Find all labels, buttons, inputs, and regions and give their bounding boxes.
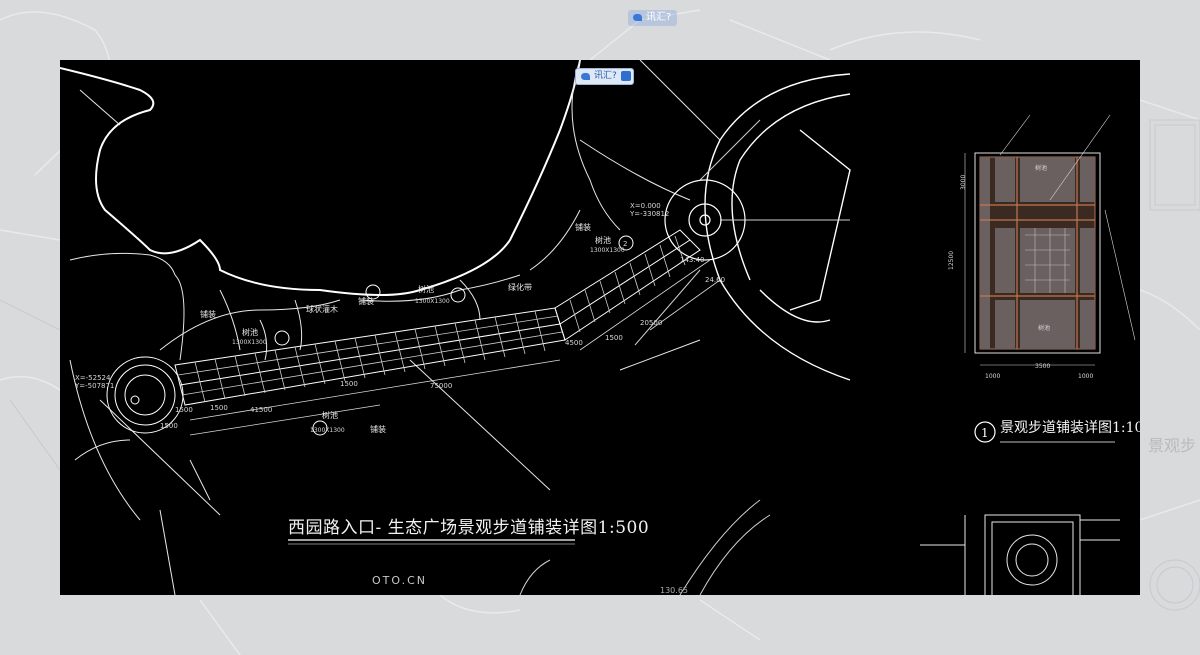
label-treepit-3: 树池	[595, 235, 611, 245]
label-size-1: 1300X1300	[232, 339, 267, 346]
label-paving-4: 铺装	[370, 424, 386, 434]
coord-right-x: X=0.000	[630, 202, 661, 210]
coord-left-y: Y=-507871	[74, 382, 114, 390]
dim-20500: 20500	[640, 319, 662, 327]
label-treepit-4: 树池	[322, 410, 338, 420]
label-size-3: 1300X1300	[590, 247, 625, 254]
paving-detail-drawing: 树池 树池 1000 3500 1000 12500 3000 1	[948, 114, 1136, 443]
main-title-text: 西园路入口- 生态广场景观步道铺装详图	[288, 518, 598, 538]
detail-label-treepit-a: 树池	[1035, 164, 1047, 172]
bottom-dimension: 130.65	[660, 586, 688, 595]
watermark-badge-top-text: 讯汇?	[646, 12, 672, 23]
coord-right-y: Y=-330812	[629, 210, 669, 218]
main-title-scale: 1:500	[597, 518, 650, 538]
label-size-4: 1300X1300	[310, 427, 345, 434]
tree-pit-detail	[920, 514, 1120, 595]
walkway-paving-grid	[177, 235, 686, 403]
detail-dim-height: 12500	[948, 251, 955, 270]
label-treepit-1: 树池	[242, 327, 258, 337]
detail-dim-3000: 3000	[960, 175, 967, 190]
dim-4500: 4500	[565, 339, 583, 347]
dim-1500-a: 1500	[175, 406, 193, 414]
detail-dim-3500: 3500	[1035, 363, 1050, 370]
background-title-fragment: 景观步	[1148, 436, 1197, 455]
watermark-bottom: OTO.CN	[372, 574, 427, 587]
detail-dim-1000-b: 1000	[1078, 373, 1093, 380]
watermark-badge-main: 讯汇?	[575, 68, 634, 85]
bird-icon	[633, 14, 642, 21]
detail-label-treepit-b: 树池	[1038, 324, 1050, 332]
dim-41500: 41500	[250, 406, 272, 414]
detail-title-text: 景观步道铺装详图	[1000, 420, 1112, 436]
dim-1500-b: 1500	[210, 404, 228, 412]
label-paving-1: 铺装	[200, 309, 216, 319]
detail-title-scale: 1:100	[1112, 420, 1140, 436]
cad-drawing-canvas: 铺装 树池 1300X1300 球状灌木 铺装 树池 1300X1300 绿化带…	[60, 60, 1140, 595]
dim-75000: 75000	[430, 382, 452, 390]
label-paving-3: 铺装	[575, 222, 591, 232]
dim-radius: 24.60	[705, 276, 725, 284]
coord-left-x: X=-52524	[75, 374, 111, 382]
bird-icon	[581, 73, 590, 80]
shield-icon	[620, 71, 631, 81]
dim-1500-e: 1500	[160, 422, 178, 430]
label-green-belt: 绿化带	[508, 282, 532, 292]
dim-1500-d: 1500	[605, 334, 623, 342]
detail-number: 1	[981, 426, 989, 440]
label-paving-2: 铺装	[358, 296, 374, 306]
watermark-badge-main-text: 讯汇?	[594, 71, 617, 81]
label-treepit-2: 树池	[418, 284, 434, 294]
label-size-2: 1300X1300	[415, 298, 450, 305]
label-shrub: 球状灌木	[306, 304, 338, 314]
bubble-2-text: 2	[623, 240, 627, 248]
watermark-badge-top: 讯汇?	[628, 10, 678, 26]
main-drawing-title: 西园路入口- 生态广场景观步道铺装详图1:500	[288, 513, 649, 538]
detail-dim-1000-a: 1000	[985, 373, 1000, 380]
detail-drawing-title: 景观步道铺装详图1:100	[1000, 417, 1140, 437]
dim-1500-c: 1500	[340, 380, 358, 388]
dim-ring: 143.40	[680, 256, 705, 264]
